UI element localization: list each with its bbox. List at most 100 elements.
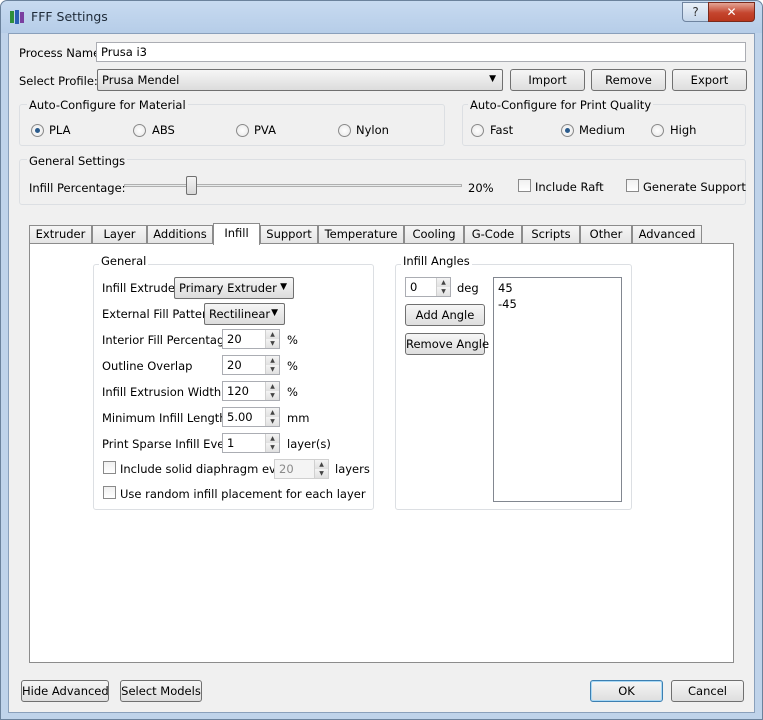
print-sparse-infill-spinner[interactable]: 1 ▲ ▼ — [222, 433, 280, 453]
infill-percentage-value: 20% — [468, 181, 494, 195]
generate-support-checkbox[interactable] — [626, 179, 639, 192]
quality-label-fast: Fast — [490, 123, 514, 137]
tab-extruder[interactable]: Extruder — [29, 225, 92, 244]
tab-other[interactable]: Other — [580, 225, 632, 244]
spin-up-icon[interactable]: ▲ — [437, 278, 450, 287]
spin-up-icon[interactable]: ▲ — [266, 408, 279, 417]
interior-fill-unit: % — [287, 333, 298, 347]
infill-extrusion-width-spinner[interactable]: 120 ▲ ▼ — [222, 381, 280, 401]
profile-select-value: Prusa Mendel — [102, 73, 180, 87]
outline-overlap-value: 20 — [227, 358, 242, 372]
export-button[interactable]: Export — [672, 69, 747, 91]
spin-down-icon[interactable]: ▼ — [266, 391, 279, 400]
list-item[interactable]: 45 — [494, 280, 621, 296]
interior-fill-spinner[interactable]: 20 ▲ ▼ — [222, 329, 280, 349]
fff-settings-window: FFF Settings ? ✕ Process Name: Prusa i3 … — [0, 0, 763, 720]
interior-fill-label: Interior Fill Percentage — [102, 333, 232, 347]
material-radio-pla[interactable] — [31, 124, 44, 137]
spin-down-icon[interactable]: ▼ — [437, 287, 450, 296]
minimum-infill-length-label: Minimum Infill Length — [102, 411, 227, 425]
spin-down-icon[interactable]: ▼ — [266, 339, 279, 348]
material-radio-nylon[interactable] — [338, 124, 351, 137]
outline-overlap-label: Outline Overlap — [102, 359, 193, 373]
infill-general-title: General — [99, 254, 149, 268]
hide-advanced-button[interactable]: Hide Advanced — [21, 680, 109, 702]
tab-layer[interactable]: Layer — [92, 225, 147, 244]
include-raft-label: Include Raft — [535, 180, 604, 194]
quality-label-high: High — [670, 123, 697, 137]
material-label-abs: ABS — [152, 123, 175, 137]
process-name-input[interactable]: Prusa i3 — [96, 42, 746, 62]
include-raft-checkbox[interactable] — [518, 179, 531, 192]
tab-gcode[interactable]: G-Code — [464, 225, 522, 244]
spin-up-icon[interactable]: ▲ — [266, 434, 279, 443]
infill-angles-title: Infill Angles — [401, 254, 472, 268]
spin-up-icon[interactable]: ▲ — [266, 356, 279, 365]
external-fill-pattern-value: Rectilinear — [209, 307, 271, 321]
angle-unit: deg — [457, 281, 479, 295]
random-infill-label: Use random infill placement for each lay… — [120, 487, 366, 501]
random-infill-checkbox[interactable] — [103, 486, 116, 499]
infill-percentage-slider[interactable] — [124, 184, 462, 187]
infill-tab-panel: General Infill Extruder Primary Extruder… — [29, 243, 734, 663]
spin-down-icon[interactable]: ▼ — [266, 417, 279, 426]
solid-diaphragm-spinner[interactable]: 20 ▲ ▼ — [274, 459, 329, 479]
material-radio-pva[interactable] — [236, 124, 249, 137]
quality-group-title: Auto-Configure for Print Quality — [468, 98, 654, 112]
tab-support[interactable]: Support — [260, 225, 318, 244]
angle-input-value: 0 — [410, 280, 418, 294]
material-label-nylon: Nylon — [356, 123, 389, 137]
material-label-pva: PVA — [254, 123, 276, 137]
select-models-button[interactable]: Select Models — [120, 680, 202, 702]
quality-label-medium: Medium — [579, 123, 625, 137]
angle-input-spinner[interactable]: 0 ▲ ▼ — [405, 277, 451, 297]
tab-scripts[interactable]: Scripts — [522, 225, 580, 244]
minimum-infill-length-spinner[interactable]: 5.00 ▲ ▼ — [222, 407, 280, 427]
spin-down-icon[interactable]: ▼ — [315, 469, 328, 478]
generate-support-label: Generate Support — [643, 180, 746, 194]
remove-angle-button[interactable]: Remove Angle — [405, 333, 489, 355]
app-icon — [10, 10, 24, 24]
quality-radio-medium[interactable] — [561, 124, 574, 137]
infill-extrusion-width-value: 120 — [227, 384, 249, 398]
infill-extruder-select[interactable]: Primary Extruder ▼ — [174, 277, 294, 299]
title-bar[interactable]: FFF Settings ? ✕ — [1, 1, 762, 33]
infill-slider-thumb[interactable] — [186, 176, 198, 195]
import-button[interactable]: Import — [510, 69, 585, 91]
tab-advanced[interactable]: Advanced — [632, 225, 702, 244]
close-button[interactable]: ✕ — [708, 2, 755, 22]
external-fill-pattern-select[interactable]: Rectilinear ▼ — [204, 303, 285, 325]
print-sparse-infill-label: Print Sparse Infill Every — [102, 437, 236, 451]
solid-diaphragm-checkbox[interactable] — [103, 461, 116, 474]
material-radio-abs[interactable] — [133, 124, 146, 137]
spin-down-icon[interactable]: ▼ — [266, 443, 279, 452]
angle-list[interactable]: 45 -45 — [493, 277, 622, 502]
outline-overlap-spinner[interactable]: 20 ▲ ▼ — [222, 355, 280, 375]
ok-button[interactable]: OK — [590, 680, 663, 702]
tab-infill[interactable]: Infill — [213, 223, 260, 245]
infill-extrusion-width-unit: % — [287, 385, 298, 399]
spin-up-icon[interactable]: ▲ — [266, 330, 279, 339]
help-button[interactable]: ? — [682, 2, 709, 22]
spin-up-icon[interactable]: ▲ — [315, 460, 328, 469]
process-name-label: Process Name: — [19, 46, 105, 60]
list-item[interactable]: -45 — [494, 296, 621, 312]
spin-up-icon[interactable]: ▲ — [266, 382, 279, 391]
chevron-down-icon: ▼ — [271, 308, 278, 318]
tab-cooling[interactable]: Cooling — [404, 225, 464, 244]
minimum-infill-length-value: 5.00 — [227, 410, 253, 424]
outline-overlap-unit: % — [287, 359, 298, 373]
select-profile-label: Select Profile: — [19, 74, 98, 88]
quality-radio-high[interactable] — [651, 124, 664, 137]
infill-extruder-label: Infill Extruder — [102, 281, 180, 295]
profile-select[interactable]: Prusa Mendel ▼ — [97, 69, 503, 91]
external-fill-pattern-label: External Fill Pattern — [102, 307, 214, 321]
remove-profile-button[interactable]: Remove — [591, 69, 666, 91]
add-angle-button[interactable]: Add Angle — [405, 304, 485, 326]
spin-down-icon[interactable]: ▼ — [266, 365, 279, 374]
tab-additions[interactable]: Additions — [147, 225, 213, 244]
quality-radio-fast[interactable] — [471, 124, 484, 137]
cancel-button[interactable]: Cancel — [671, 680, 744, 702]
solid-diaphragm-label: Include solid diaphragm every — [120, 462, 295, 476]
tab-temperature[interactable]: Temperature — [318, 225, 404, 244]
